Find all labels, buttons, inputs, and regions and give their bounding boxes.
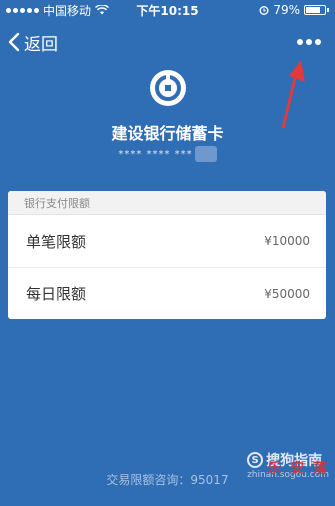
signal-strength-icon <box>6 7 39 13</box>
watermark-stamp: 乐 安 落 <box>267 461 329 477</box>
bank-name: 建设银行储蓄卡 <box>111 124 224 143</box>
limit-value: ¥50000 <box>264 286 310 301</box>
battery-icon <box>304 5 326 15</box>
battery-percent: 79% <box>273 3 300 17</box>
ccb-bank-logo-icon <box>150 70 186 106</box>
back-label: 返回 <box>24 34 58 55</box>
limit-label: 单笔限额 <box>26 232 87 251</box>
status-bar: 中国移动 下午10:15 79% <box>0 0 335 20</box>
back-button[interactable]: 返回 <box>8 30 58 55</box>
limits-panel: 银行支付限额 单笔限额 ¥10000 每日限额 ¥50000 <box>8 191 326 319</box>
status-left: 中国移动 <box>6 2 110 19</box>
card-number: **** **** *** <box>0 146 335 162</box>
battery-level-fill <box>306 7 320 13</box>
limit-row-single: 单笔限额 ¥10000 <box>8 215 326 267</box>
nav-bar: 返回 <box>0 24 335 60</box>
sogou-logo-icon: S <box>247 452 264 468</box>
limit-row-daily: 每日限额 ¥50000 <box>8 267 326 319</box>
status-right: 79% <box>259 3 329 17</box>
carrier-name: 中国移动 <box>43 3 92 18</box>
status-time: 下午10:15 <box>136 3 199 18</box>
wifi-icon <box>95 5 110 15</box>
more-dots-icon[interactable] <box>293 33 325 51</box>
limits-header: 银行支付限额 <box>8 191 326 215</box>
battery-tip <box>327 8 329 12</box>
limit-label: 每日限额 <box>26 285 87 303</box>
limit-value: ¥10000 <box>264 234 310 248</box>
card-number-redaction <box>194 146 217 162</box>
chevron-left-icon <box>8 32 20 52</box>
sogou-watermark: S 搜狗指南 zhinan.sogou.com 乐 安 落 <box>247 450 329 480</box>
alarm-icon <box>259 6 269 15</box>
card-number-masked: **** **** *** <box>118 149 193 160</box>
